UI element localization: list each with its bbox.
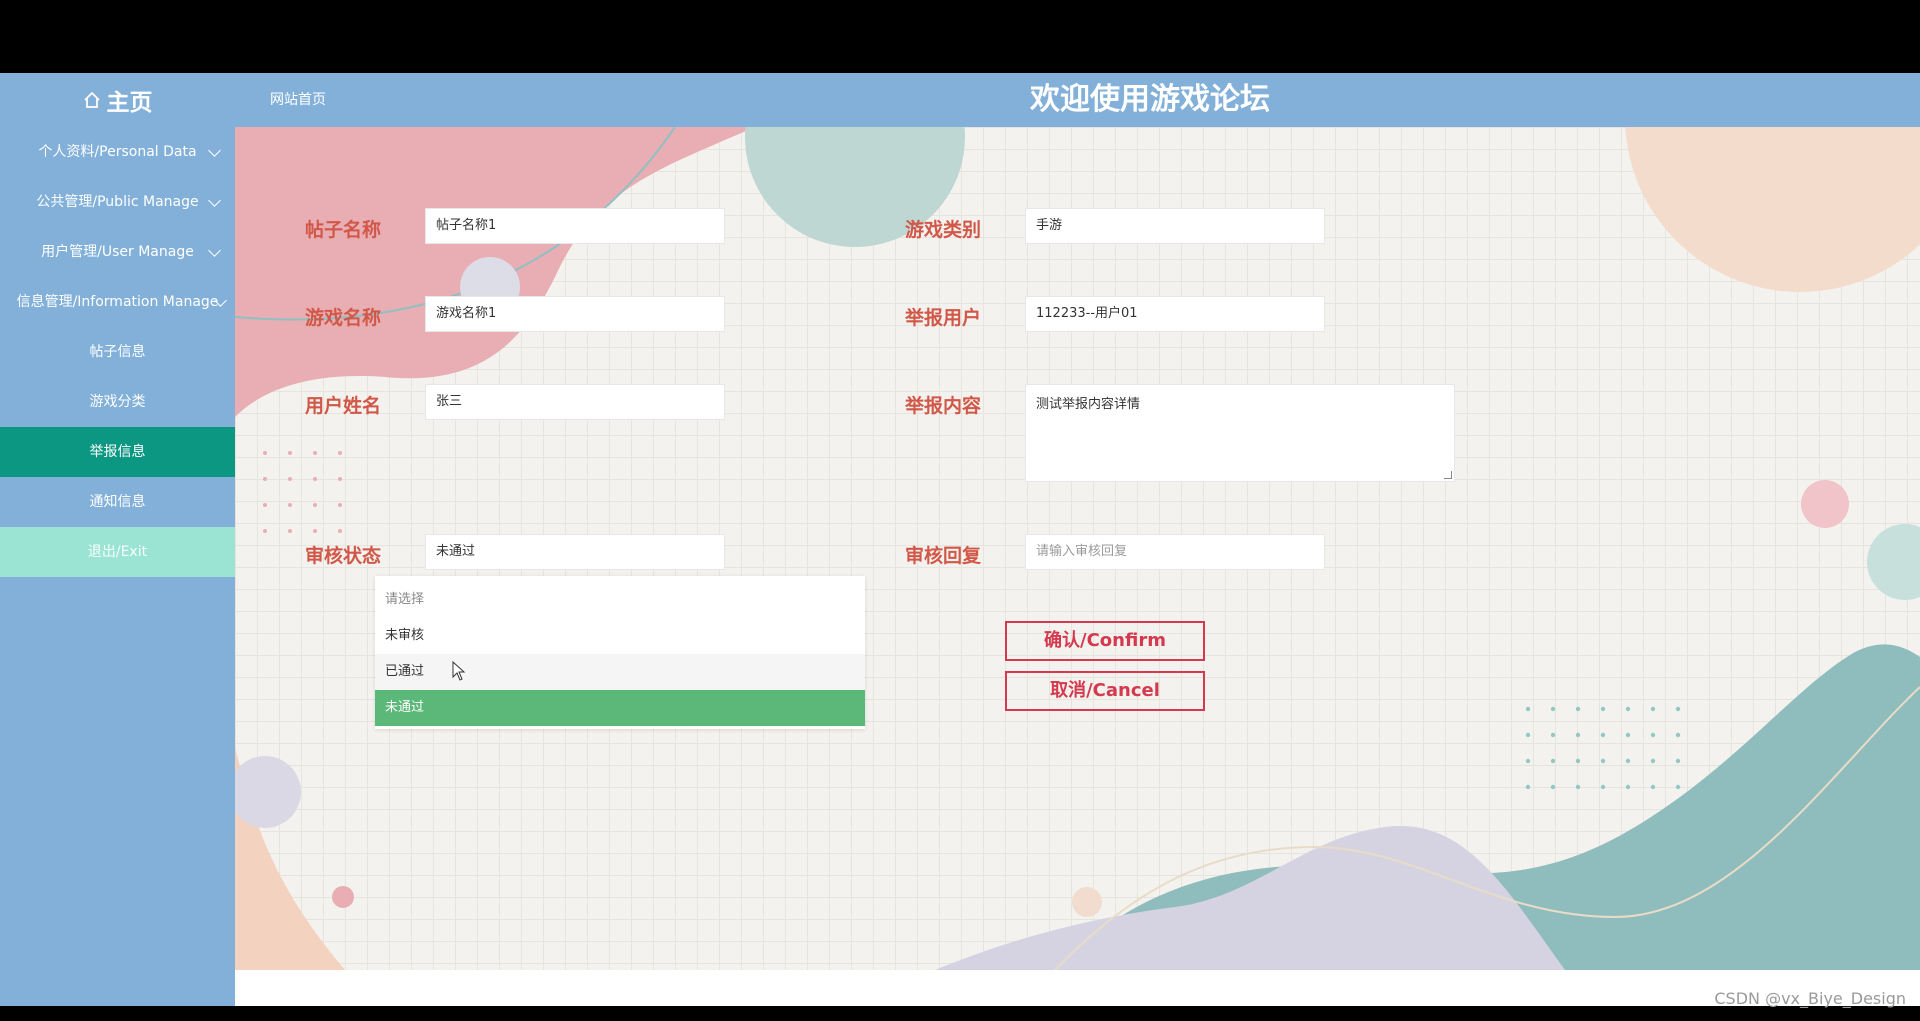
report-content-textarea[interactable]: 测试举报内容详情 — [1025, 384, 1455, 482]
bottom-black-bar — [0, 1006, 1920, 1021]
sidebar-item-personal-data[interactable]: 个人资料/Personal Data — [0, 127, 235, 177]
page: 主页 网站首页 欢迎使用游戏论坛 个人资料/Personal Data 公共管理… — [0, 0, 1920, 1021]
page-title: 欢迎使用游戏论坛 — [1030, 82, 1270, 117]
dropdown-option-pending[interactable]: 未审核 — [375, 618, 865, 654]
report-user-field[interactable]: 112233--用户01 — [1025, 296, 1325, 332]
dropdown-option-approved[interactable]: 已通过 — [375, 654, 865, 690]
review-status-dropdown: 请选择 未审核 已通过 未通过 — [375, 576, 865, 729]
breadcrumb[interactable]: 网站首页 — [270, 73, 326, 127]
report-user-label: 举报用户 — [905, 307, 982, 329]
user-name-label: 用户姓名 — [305, 395, 382, 417]
user-name-field[interactable]: 张三 — [425, 384, 725, 420]
post-name-field[interactable]: 帖子名称1 — [425, 208, 725, 244]
sidebar-item-label: 游戏分类 — [89, 394, 146, 410]
main-content: 帖子名称 帖子名称1 游戏名称 游戏名称1 用户姓名 张三 审核状态 未通过 游… — [235, 127, 1920, 970]
sidebar-item-label: 退出/Exit — [87, 544, 148, 560]
sidebar-item-label: 个人资料/Personal Data — [38, 144, 197, 160]
game-category-label: 游戏类别 — [905, 219, 982, 241]
sidebar-item-game-category[interactable]: 游戏分类 — [0, 377, 235, 427]
dropdown-option-rejected[interactable]: 未通过 — [375, 690, 865, 726]
game-name-label: 游戏名称 — [305, 307, 382, 329]
dropdown-option-placeholder[interactable]: 请选择 — [375, 582, 865, 618]
sidebar-item-user-manage[interactable]: 用户管理/User Manage — [0, 227, 235, 277]
confirm-button[interactable]: 确认/Confirm — [1005, 621, 1205, 661]
sidebar-item-label: 用户管理/User Manage — [41, 244, 194, 260]
game-name-field[interactable]: 游戏名称1 — [425, 296, 725, 332]
review-status-select[interactable]: 未通过 — [425, 534, 725, 570]
sidebar-item-label: 通知信息 — [89, 494, 146, 510]
review-status-label: 审核状态 — [305, 545, 382, 567]
game-category-field[interactable]: 手游 — [1025, 208, 1325, 244]
top-header: 主页 网站首页 欢迎使用游戏论坛 — [0, 73, 1920, 127]
sidebar-item-label: 公共管理/Public Manage — [36, 194, 199, 210]
sidebar-item-exit[interactable]: 退出/Exit — [0, 527, 235, 577]
review-reply-field[interactable]: 请输入审核回复 — [1025, 534, 1325, 570]
sidebar-item-label: 信息管理/Information Manage — [16, 294, 219, 310]
mouse-cursor-icon — [452, 661, 466, 681]
sidebar-item-information-manage[interactable]: 信息管理/Information Manage — [0, 277, 235, 327]
brand-label: 主页 — [106, 90, 153, 116]
chevron-down-icon — [208, 194, 221, 207]
review-reply-label: 审核回复 — [905, 545, 982, 567]
sidebar-item-public-manage[interactable]: 公共管理/Public Manage — [0, 177, 235, 227]
sidebar-item-label: 举报信息 — [89, 444, 146, 460]
chevron-down-icon — [208, 144, 221, 157]
cancel-button[interactable]: 取消/Cancel — [1005, 671, 1205, 711]
home-icon — [83, 91, 100, 108]
home-link[interactable]: 主页 — [0, 73, 235, 127]
sidebar-item-notices[interactable]: 通知信息 — [0, 477, 235, 527]
chevron-down-icon — [208, 244, 221, 257]
sidebar: 个人资料/Personal Data 公共管理/Public Manage 用户… — [0, 127, 235, 1006]
sidebar-item-posts[interactable]: 帖子信息 — [0, 327, 235, 377]
report-content-text: 测试举报内容详情 — [1036, 397, 1141, 412]
footer-bar — [235, 970, 1920, 1006]
resize-grip-icon[interactable] — [1444, 471, 1452, 479]
report-content-label: 举报内容 — [905, 395, 982, 417]
sidebar-item-reports[interactable]: 举报信息 — [0, 427, 235, 477]
post-name-label: 帖子名称 — [305, 219, 382, 241]
sidebar-item-label: 帖子信息 — [89, 344, 146, 360]
watermark: CSDN @vx_Biye_Design — [1714, 989, 1906, 1008]
